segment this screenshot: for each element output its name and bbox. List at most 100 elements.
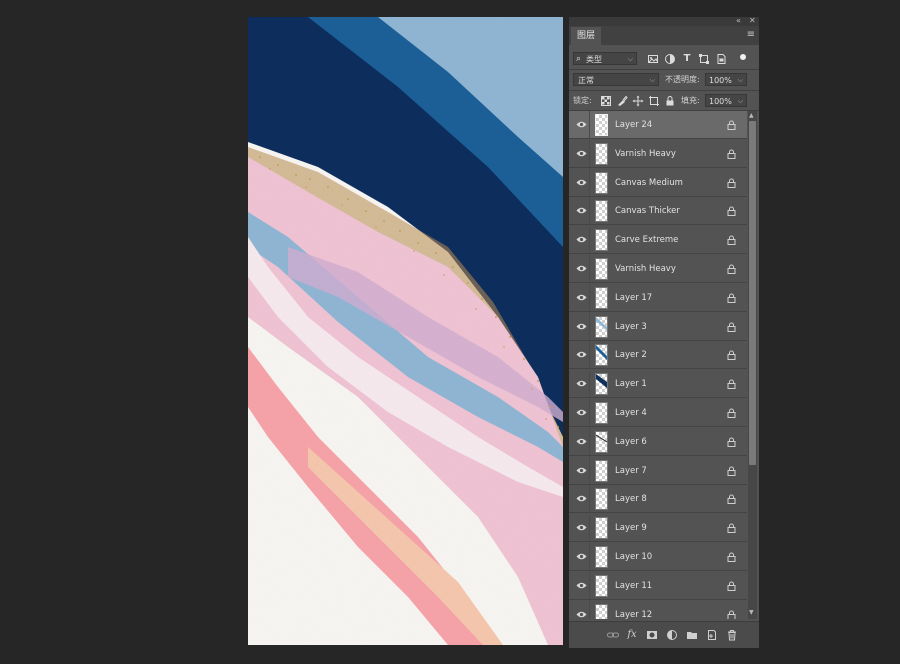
eye-icon[interactable] xyxy=(576,437,587,446)
visibility-divider xyxy=(589,427,590,456)
layer-thumbnail[interactable] xyxy=(595,258,608,280)
fill-field[interactable]: 100% ⌵ xyxy=(705,94,747,107)
layer-thumbnail[interactable] xyxy=(595,517,608,540)
layer-row[interactable]: Layer 1 xyxy=(569,370,747,399)
layer-thumbnail[interactable] xyxy=(595,114,608,136)
layer-thumbnail[interactable] xyxy=(595,200,608,223)
type-filter-icon[interactable]: T xyxy=(681,53,693,65)
layer-row[interactable]: Layer 2 xyxy=(569,341,747,370)
layer-row[interactable]: Varnish Heavy xyxy=(569,255,747,283)
layer-thumbnail[interactable] xyxy=(595,373,608,396)
smart-object-filter-icon[interactable] xyxy=(715,53,727,65)
adjustment-icon[interactable] xyxy=(666,629,678,641)
layer-row[interactable]: Layer 6 xyxy=(569,427,747,456)
blend-mode-select[interactable]: 正常 ⌵ xyxy=(573,73,659,86)
eye-icon[interactable] xyxy=(576,523,587,532)
layer-row[interactable]: Layer 9 xyxy=(569,514,747,543)
layer-thumbnail[interactable] xyxy=(595,603,608,619)
layer-row[interactable]: Layer 7 xyxy=(569,456,747,485)
lock-icon xyxy=(727,379,736,390)
fx-icon[interactable]: fx xyxy=(626,629,638,641)
scrollbar-thumb[interactable] xyxy=(749,121,756,465)
layer-name: Layer 2 xyxy=(615,350,647,361)
eye-icon[interactable] xyxy=(576,293,587,302)
visibility-divider xyxy=(589,514,590,543)
scroll-up-icon[interactable]: ▲ xyxy=(749,112,754,119)
new-layer-icon[interactable] xyxy=(706,629,718,641)
layer-thumbnail[interactable] xyxy=(595,402,608,424)
layer-thumbnail[interactable] xyxy=(595,430,608,453)
opacity-field[interactable]: 100% ⌵ xyxy=(705,73,747,86)
panel-menu-icon[interactable]: ≡ xyxy=(747,29,755,41)
eye-icon[interactable] xyxy=(576,149,587,158)
divider xyxy=(569,90,759,91)
layer-thumbnail[interactable] xyxy=(595,344,608,367)
link-icon[interactable] xyxy=(607,629,619,641)
document-canvas[interactable] xyxy=(248,17,563,645)
lock-artboard-icon[interactable] xyxy=(648,95,660,107)
eye-icon[interactable] xyxy=(576,235,587,244)
lock-all-icon[interactable] xyxy=(664,95,676,107)
layer-thumbnail[interactable] xyxy=(595,142,608,165)
filter-toggle-icon[interactable] xyxy=(740,54,746,60)
lock-transparent-pixels-icon[interactable] xyxy=(600,95,612,107)
layer-thumbnail[interactable] xyxy=(595,171,608,194)
layer-row[interactable]: Layer 4 xyxy=(569,399,747,427)
layer-row[interactable]: Canvas Medium xyxy=(569,168,747,197)
layer-row[interactable]: Layer 10 xyxy=(569,543,747,571)
trash-icon[interactable] xyxy=(726,629,738,641)
layer-row[interactable]: Layer 3 xyxy=(569,312,747,341)
layer-thumbnail[interactable] xyxy=(595,459,608,482)
layer-thumbnail[interactable] xyxy=(595,488,608,511)
filter-kind-select[interactable]: ⌕ 类型 ⌵ xyxy=(573,52,637,65)
image-filter-icon[interactable] xyxy=(647,53,659,65)
eye-icon[interactable] xyxy=(576,178,587,187)
layer-thumbnail[interactable] xyxy=(595,315,608,338)
lock-label: 锁定: xyxy=(573,96,592,105)
visibility-divider xyxy=(589,226,590,255)
tab-layers[interactable]: 图层 xyxy=(571,27,602,45)
scroll-down-icon[interactable]: ▼ xyxy=(749,609,754,616)
mask-icon[interactable] xyxy=(646,629,658,641)
collapse-panel-icon[interactable]: « xyxy=(736,16,741,26)
lock-icon xyxy=(727,581,736,591)
layers-scrollbar[interactable]: ▲ ▼ xyxy=(748,111,757,619)
layer-row[interactable]: Layer 17 xyxy=(569,283,747,312)
eye-icon[interactable] xyxy=(576,408,587,417)
layer-row[interactable]: Canvas Thicker xyxy=(569,197,747,226)
group-folder-icon[interactable] xyxy=(686,629,698,641)
layer-thumbnail[interactable] xyxy=(595,546,608,568)
adjustment-filter-icon[interactable] xyxy=(664,53,676,65)
eye-icon[interactable] xyxy=(576,610,587,619)
lock-icon xyxy=(727,494,736,505)
layer-thumbnail[interactable] xyxy=(595,286,608,309)
eye-icon[interactable] xyxy=(576,552,587,561)
layer-row[interactable]: Layer 24 xyxy=(569,111,747,139)
eye-icon[interactable] xyxy=(576,206,587,215)
divider xyxy=(569,69,759,70)
eye-icon[interactable] xyxy=(576,322,587,331)
eye-icon[interactable] xyxy=(576,581,587,590)
close-panel-icon[interactable]: ✕ xyxy=(749,16,756,26)
layer-row[interactable]: Layer 12 xyxy=(569,600,747,619)
eye-icon[interactable] xyxy=(576,264,587,273)
layer-row[interactable]: Layer 8 xyxy=(569,485,747,514)
layer-name: Canvas Medium xyxy=(615,177,683,188)
layer-name: Layer 12 xyxy=(615,609,653,619)
shape-filter-icon[interactable] xyxy=(698,53,710,65)
layer-row[interactable]: Carve Extreme xyxy=(569,226,747,255)
eye-icon[interactable] xyxy=(576,350,587,359)
lock-image-pixels-icon[interactable] xyxy=(616,95,628,107)
layer-thumbnail[interactable] xyxy=(595,574,608,597)
eye-icon[interactable] xyxy=(576,494,587,503)
layer-row[interactable]: Varnish Heavy xyxy=(569,139,747,168)
eye-icon[interactable] xyxy=(576,379,587,388)
layer-row[interactable]: Layer 11 xyxy=(569,571,747,600)
lock-icon xyxy=(727,149,736,159)
eye-icon[interactable] xyxy=(576,466,587,475)
layer-thumbnail[interactable] xyxy=(595,229,608,252)
layer-name: Layer 1 xyxy=(615,379,647,390)
layer-name: Carve Extreme xyxy=(615,235,679,246)
lock-position-icon[interactable] xyxy=(632,95,644,107)
eye-icon[interactable] xyxy=(576,120,587,129)
